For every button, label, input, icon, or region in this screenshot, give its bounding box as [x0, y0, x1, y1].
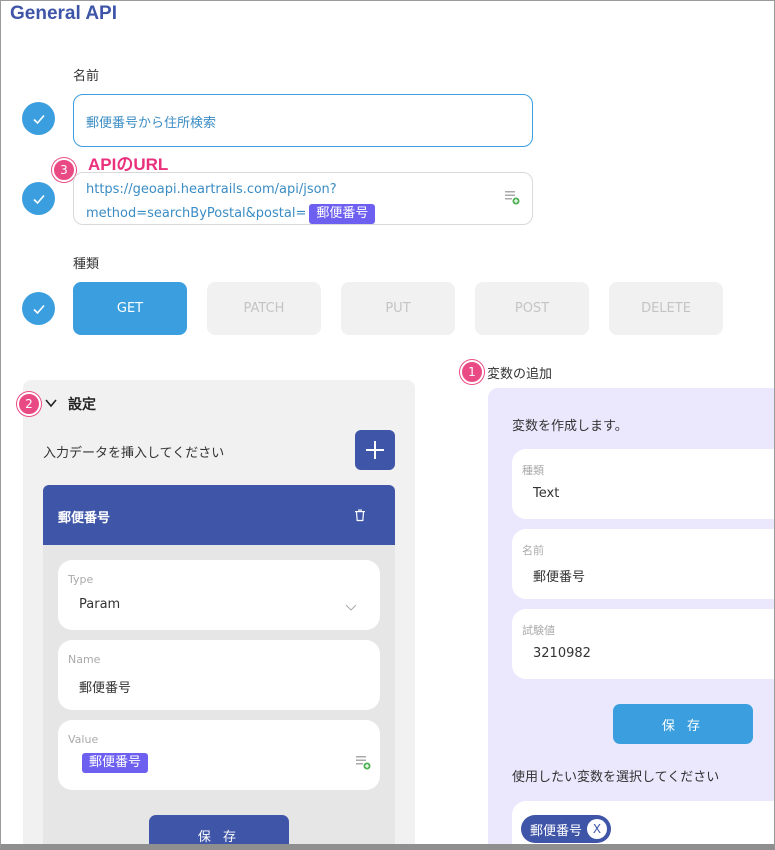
- name-check-icon: [22, 102, 55, 135]
- variable-test-value: 3210982: [533, 646, 591, 661]
- trash-icon[interactable]: [353, 507, 367, 522]
- chevron-down-icon[interactable]: [44, 395, 58, 409]
- param-value-chip[interactable]: 郵便番号: [82, 753, 149, 773]
- list-add-icon[interactable]: [355, 754, 371, 770]
- variable-name-label: 名前: [522, 544, 544, 557]
- input-item-header: 郵便番号: [43, 485, 395, 545]
- method-post-button[interactable]: POST: [475, 282, 589, 335]
- variable-save-button[interactable]: 保 存: [613, 704, 753, 744]
- variable-type-label: 種類: [522, 464, 544, 477]
- method-get-button[interactable]: GET: [73, 282, 187, 335]
- add-input-button[interactable]: [355, 430, 395, 470]
- variable-type-field[interactable]: 種類 Text: [512, 449, 774, 519]
- variable-test-field[interactable]: 試験値 3210982: [512, 609, 774, 679]
- variable-name-value: 郵便番号: [533, 570, 586, 585]
- page-title: General API: [10, 3, 118, 24]
- param-save-button[interactable]: 保 存: [149, 815, 289, 844]
- annotation-badge-1: 1: [460, 360, 484, 384]
- param-name-label: Name: [68, 653, 101, 666]
- param-name-field[interactable]: Name 郵便番号: [58, 640, 380, 710]
- variable-test-label: 試験値: [522, 624, 555, 637]
- variable-type-value: Text: [533, 486, 560, 501]
- param-type-select[interactable]: Type Param: [58, 560, 380, 630]
- name-input[interactable]: 郵便番号から住所検索: [73, 94, 533, 147]
- app-window: General API 名前 郵便番号から住所検索 3 APIのURL http…: [0, 0, 775, 850]
- url-line-2-text: method=searchByPostal&postal=: [86, 206, 307, 221]
- type-label: 種類: [73, 257, 100, 272]
- param-name-value: 郵便番号: [79, 681, 132, 696]
- url-line-1: https://geoapi.heartrails.com/api/json?: [86, 182, 337, 197]
- method-patch-button[interactable]: PATCH: [207, 282, 321, 335]
- input-item-title: 郵便番号: [58, 511, 111, 526]
- chevron-select-icon: [345, 598, 357, 611]
- variables-intro: 変数を作成します。: [512, 419, 628, 434]
- variables-title: 変数の追加: [487, 367, 553, 382]
- variables-panel: 変数を作成します。 種類 Text 名前 郵便番号 試験値 3210982 保 …: [488, 388, 774, 844]
- annotation-badge-2: 2: [17, 392, 41, 416]
- list-add-icon[interactable]: [504, 189, 520, 205]
- select-variable-prompt: 使用したい変数を選択してください: [512, 770, 720, 785]
- param-type-label: Type: [68, 573, 94, 586]
- param-value-label: Value: [68, 733, 99, 746]
- name-label: 名前: [73, 69, 100, 84]
- chip-remove-icon[interactable]: X: [587, 819, 608, 839]
- variable-name-field[interactable]: 名前 郵便番号: [512, 529, 774, 599]
- name-input-value: 郵便番号から住所検索: [86, 116, 217, 131]
- url-variable-chip[interactable]: 郵便番号: [309, 204, 376, 224]
- url-input[interactable]: https://geoapi.heartrails.com/api/json? …: [73, 172, 533, 225]
- url-line-2: method=searchByPostal&postal= 郵便番号: [86, 204, 376, 224]
- variable-select-box[interactable]: 郵便番号 X: [512, 801, 774, 844]
- insert-prompt: 入力データを挿入してください: [43, 446, 225, 461]
- plus-icon: [366, 441, 384, 459]
- param-type-value: Param: [79, 597, 121, 612]
- param-value-field[interactable]: Value 郵便番号: [58, 720, 380, 790]
- settings-title[interactable]: 設定: [68, 394, 96, 414]
- selected-variable-chip[interactable]: 郵便番号 X: [521, 815, 612, 843]
- selected-variable-label: 郵便番号: [530, 823, 583, 839]
- url-check-icon: [22, 182, 55, 215]
- method-delete-button[interactable]: DELETE: [609, 282, 723, 335]
- type-check-icon: [22, 292, 55, 325]
- method-put-button[interactable]: PUT: [341, 282, 455, 335]
